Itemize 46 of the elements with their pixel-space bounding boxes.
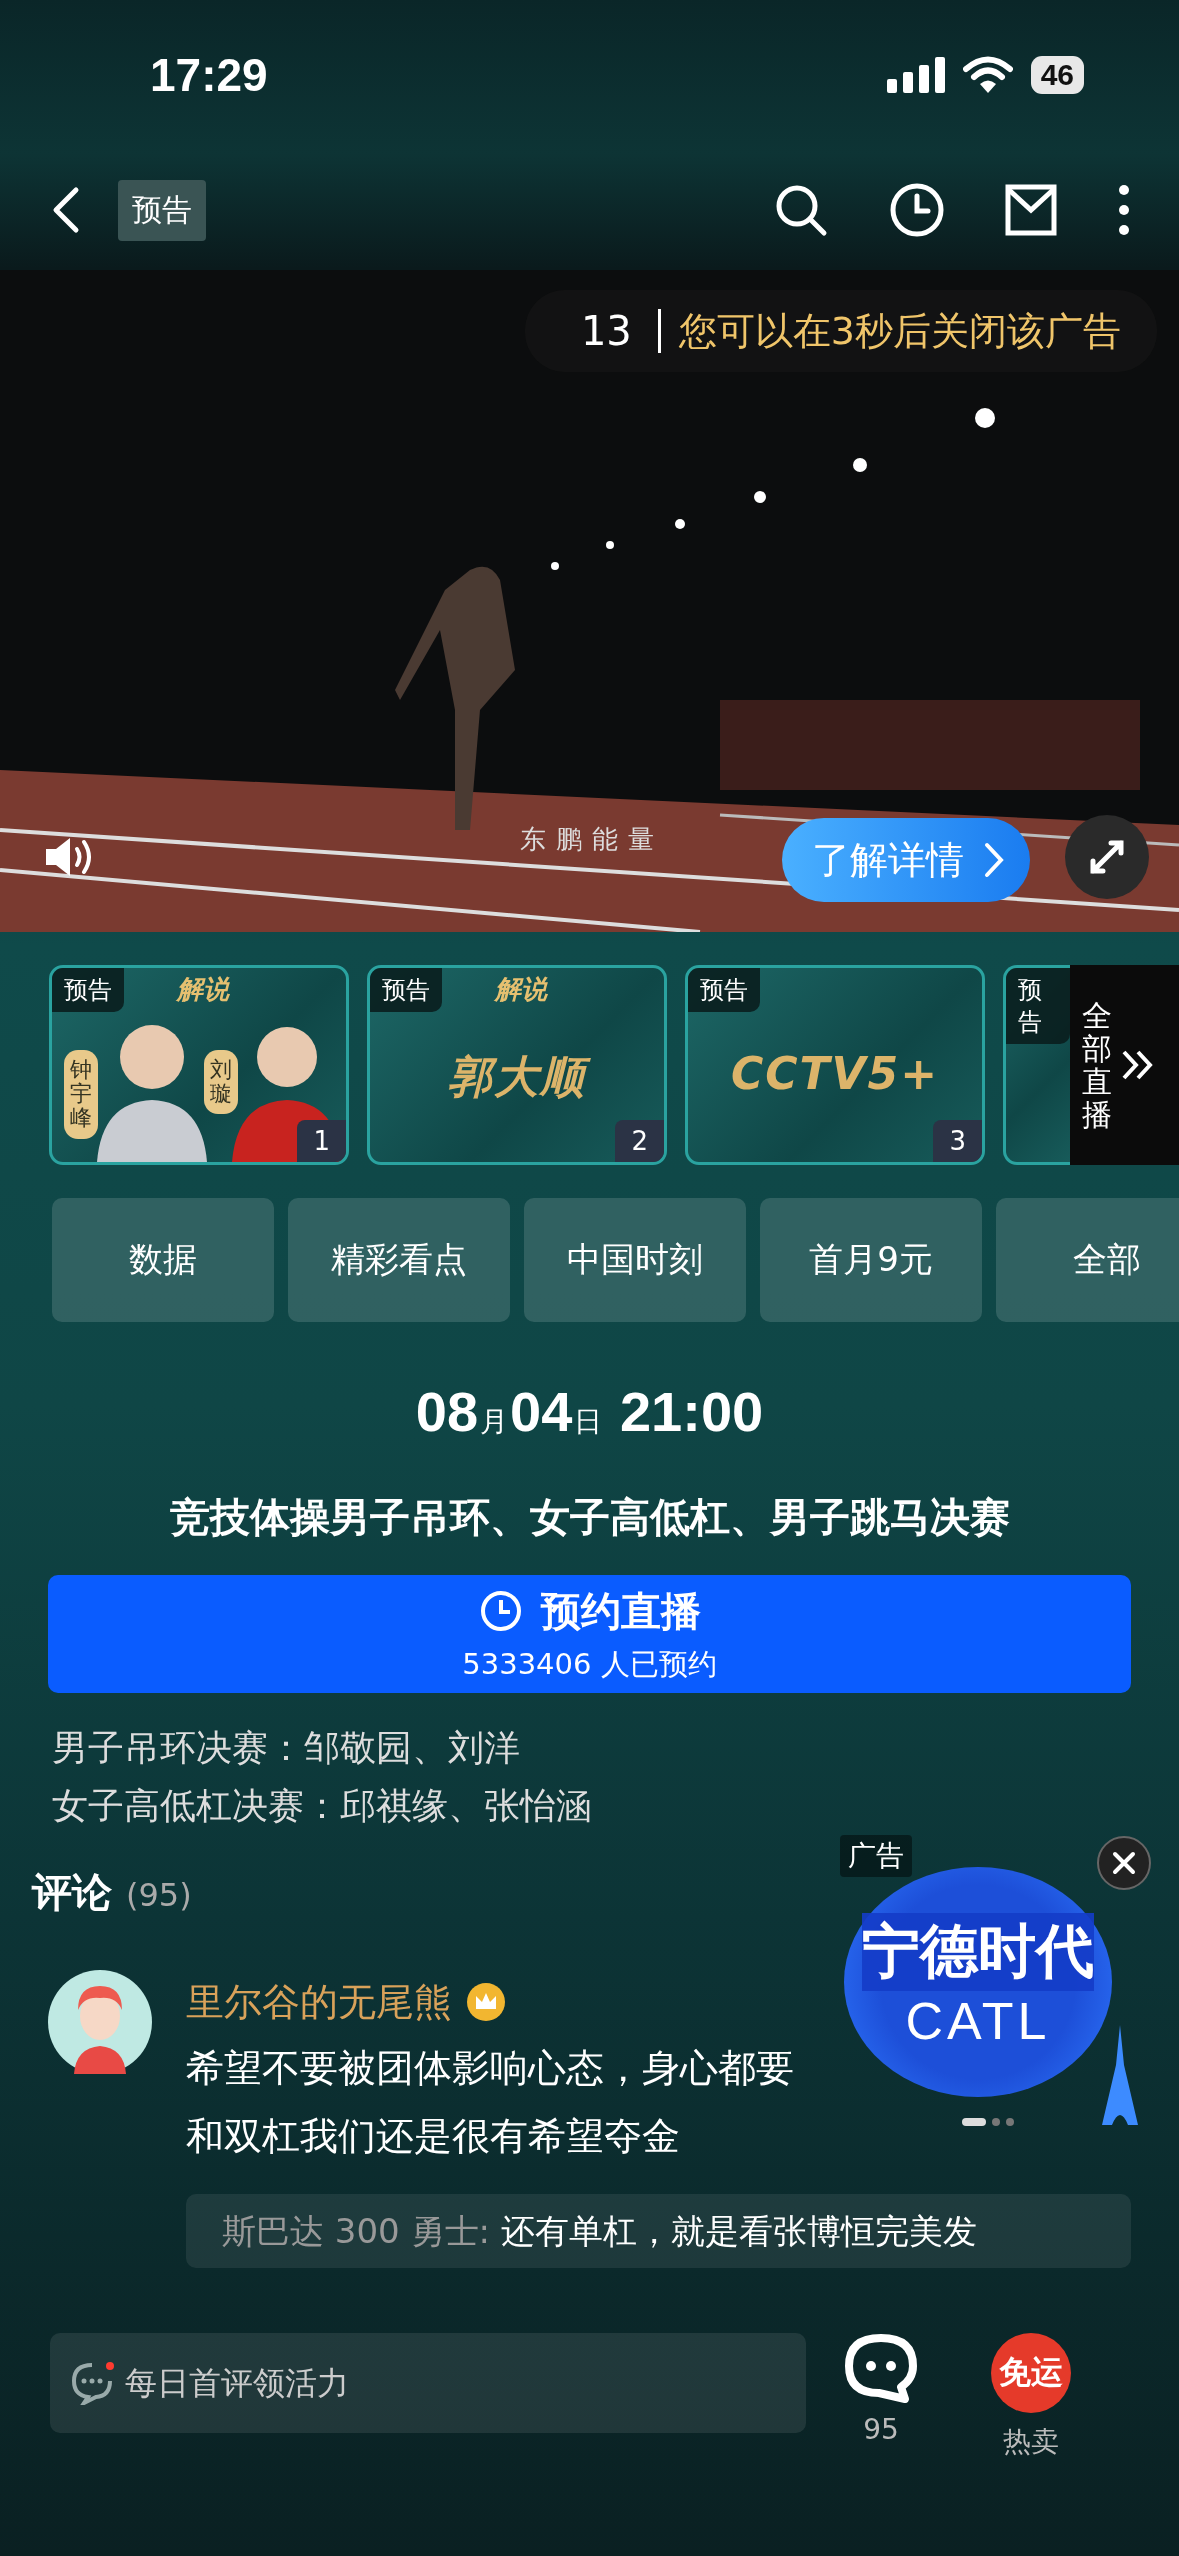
comment-text: 希望不要被团体影响心态，身心都要 xyxy=(186,2045,794,2092)
event-title: 竞技体操男子吊环、女子高低杠、男子跳马决赛 xyxy=(168,1493,1011,1542)
free-shipping-badge[interactable]: 免运 xyxy=(991,2333,1071,2413)
preview-tag: 预告 xyxy=(688,968,760,1012)
category-tab[interactable]: 数据 xyxy=(52,1198,274,1322)
event-detail: 男子吊环决赛：邹敬园、刘洋 xyxy=(52,1726,521,1770)
category-tab[interactable]: 精彩看点 xyxy=(288,1198,510,1322)
event-date-time: 08月 04 日 21:00 xyxy=(414,1379,765,1445)
channel-number: 2 xyxy=(615,1120,664,1162)
battery-indicator: 46 xyxy=(1030,56,1084,94)
comments-count: (95) xyxy=(126,1876,192,1914)
commentary-label: 解说 xyxy=(177,973,229,1006)
reserve-live-button[interactable]: 预约直播 5333406 人已预约 xyxy=(48,1575,1131,1693)
ad-label: 广告 xyxy=(840,1835,912,1877)
page-tag: 预告 xyxy=(118,179,206,241)
channel-card[interactable]: 预告 xyxy=(1003,965,1070,1165)
channel-number: 1 xyxy=(297,1120,346,1162)
ad-close-notice: 您可以在3秒后关闭该广告 xyxy=(678,307,1121,355)
comment-count: 95 xyxy=(863,2413,899,2446)
ad-brand-text: 东鹏能量 xyxy=(520,823,664,856)
hot-sale-label: 热卖 xyxy=(1003,2424,1059,2460)
preview-tag: 预告 xyxy=(370,968,442,1012)
preview-tag: 预告 xyxy=(52,968,124,1012)
comments-heading: 评论 xyxy=(32,1868,112,1917)
channel-number: 3 xyxy=(933,1120,982,1162)
channel-card[interactable]: 预告 解说 钟宇峰 刘璇 1 xyxy=(49,965,349,1165)
category-tab[interactable]: 全部 xyxy=(996,1198,1179,1322)
channel-card[interactable]: 预告 CCTV5+ 3 xyxy=(685,965,985,1165)
host-name-tag: 刘璇 xyxy=(204,1050,238,1115)
commentary-label: 解说 xyxy=(495,973,547,1006)
status-time: 17:29 xyxy=(150,48,268,102)
reserve-label: 预约直播 xyxy=(540,1586,701,1636)
event-detail: 女子高低杠决赛：邱祺缘、张怡涵 xyxy=(52,1784,593,1828)
host-name-tag: 钟宇峰 xyxy=(64,1050,98,1139)
preview-tag: 预告 xyxy=(1006,968,1070,1044)
comment-text: 和双杠我们还是很有希望夺金 xyxy=(186,2113,680,2160)
channel-title: CCTV5+ xyxy=(729,1048,941,1099)
ad-countdown: 13 xyxy=(580,309,661,353)
channel-title: 郭大顺 xyxy=(370,1048,664,1107)
category-tab[interactable]: 首月9元 xyxy=(760,1198,982,1322)
channel-card[interactable]: 预告 解说 郭大顺 2 xyxy=(367,965,667,1165)
comment-username[interactable]: 里尔谷的无尾熊 xyxy=(186,1976,452,2028)
all-live-button[interactable]: 全部直播 xyxy=(1070,965,1179,1165)
reply-preview[interactable]: 斯巴达 300 勇士: 还有单杠，就是看张博恒完美发 xyxy=(186,2194,1131,2268)
reserve-count: 5333406 人已预约 xyxy=(462,1645,717,1683)
category-tab[interactable]: 中国时刻 xyxy=(524,1198,746,1322)
